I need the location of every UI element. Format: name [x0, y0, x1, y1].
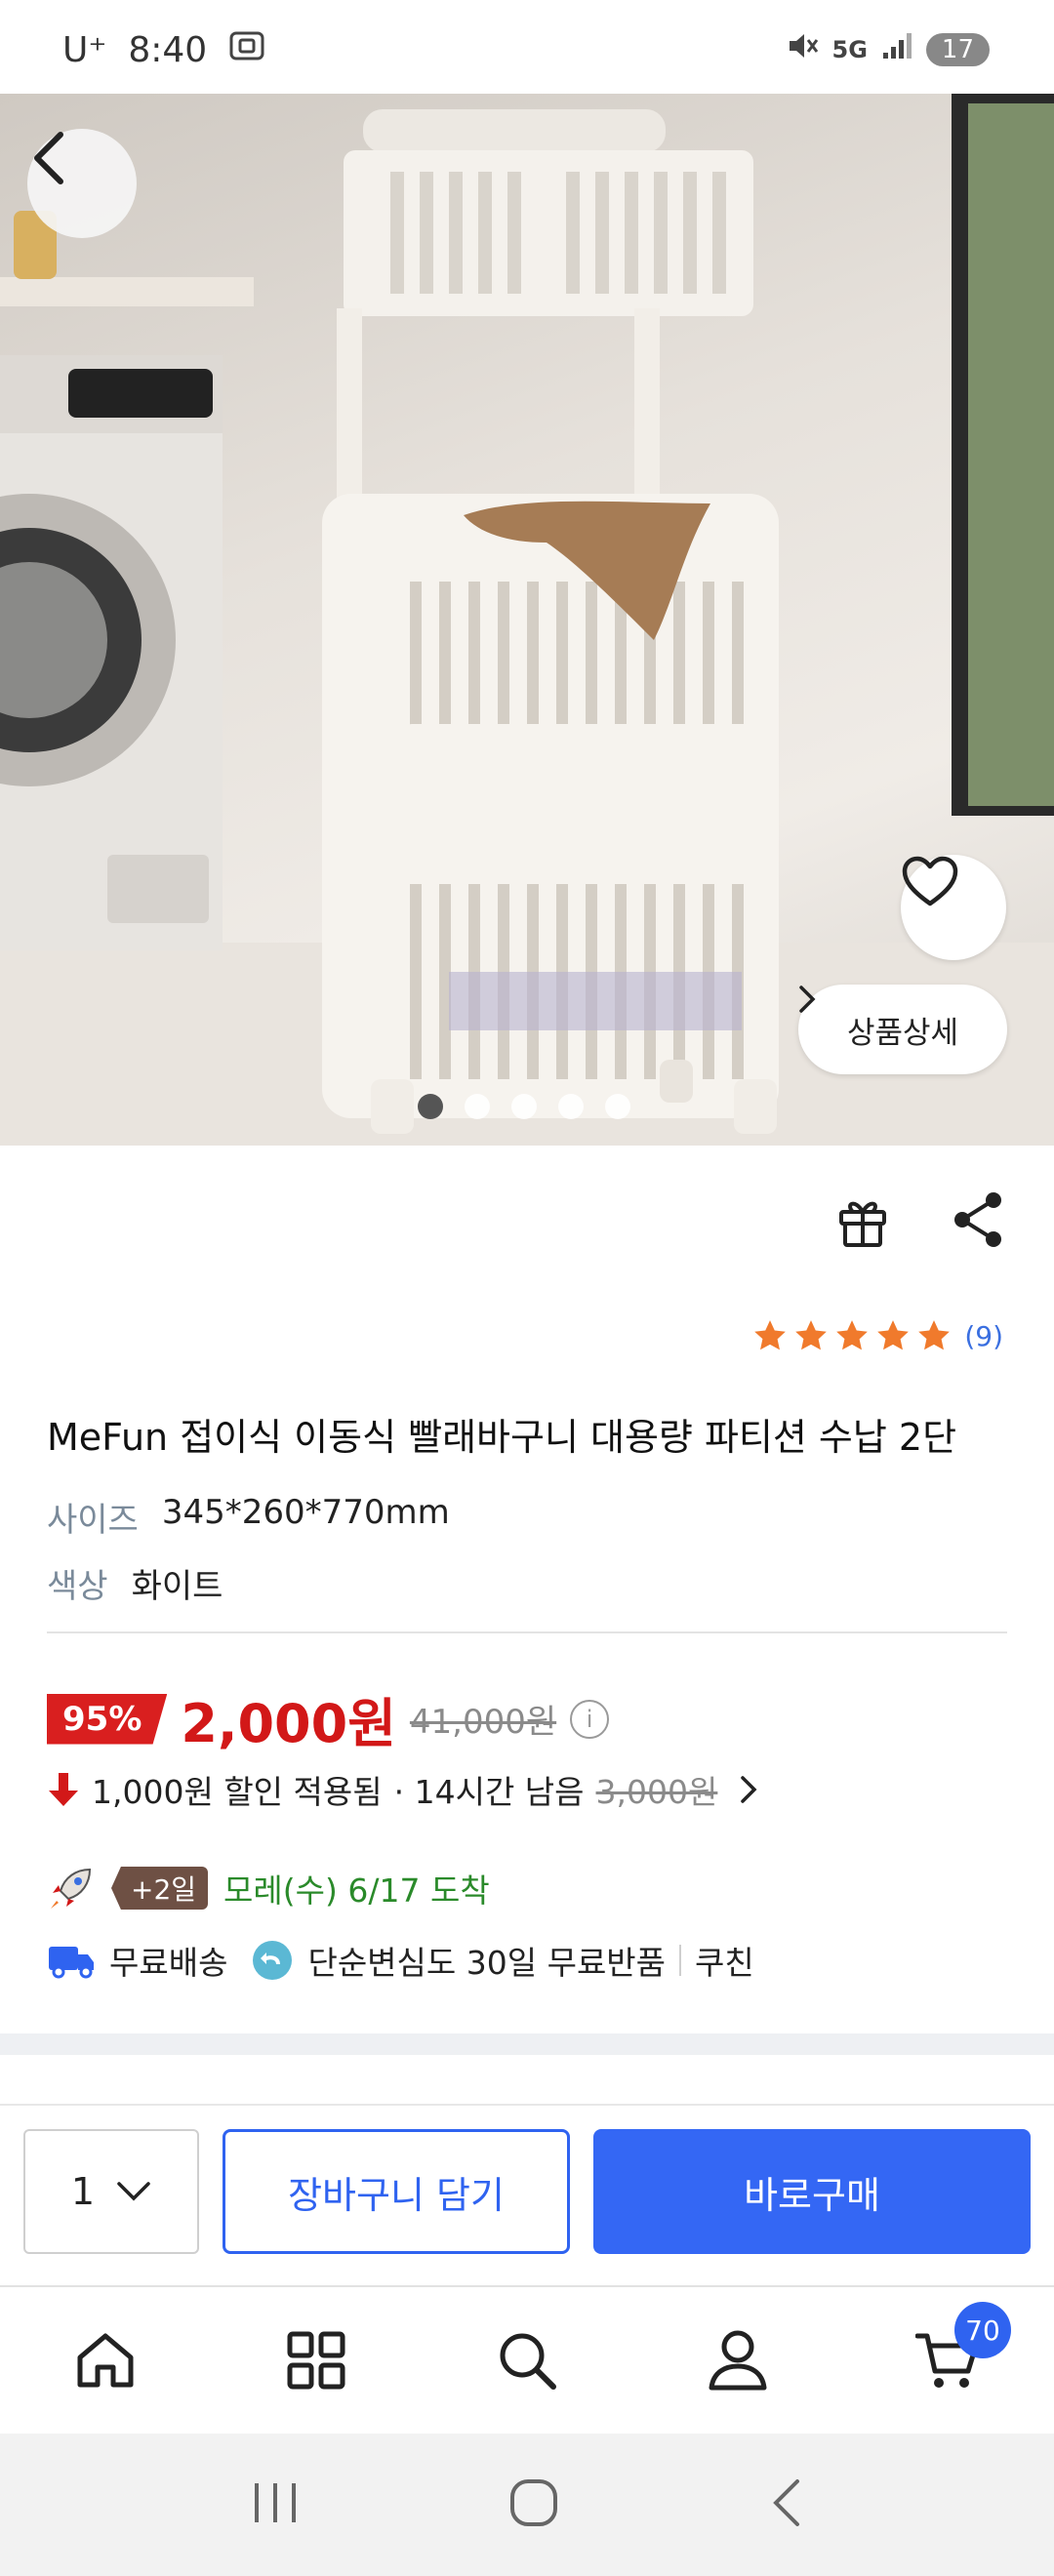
back-system-button[interactable] [768, 2477, 803, 2532]
sale-price: 2,000원 [181, 1693, 396, 1754]
carousel-dot[interactable] [465, 1094, 490, 1119]
gift-icon [839, 1201, 886, 1247]
star-icon [836, 1320, 869, 1350]
grid-icon [287, 2331, 345, 2390]
heart-icon [902, 856, 958, 906]
purchase-bar: 1 장바구니 담기 바로구매 [0, 2104, 1054, 2285]
add-to-cart-button[interactable]: 장바구니 담기 [223, 2129, 570, 2254]
time-left: · 14시간 남음 [393, 1773, 585, 1811]
star-icon [877, 1320, 910, 1350]
product-detail-label: 상품상세 [846, 1015, 959, 1051]
recent-apps-icon [255, 2483, 296, 2522]
chevron-right-icon [799, 986, 816, 1013]
coupon-text: 1,000원 할인 적용됨 [92, 1773, 383, 1811]
option-key: 색상 [47, 1567, 108, 1606]
product-actions [831, 1188, 1009, 1251]
cart-count-badge: 70 [954, 2302, 1011, 2358]
search-icon [500, 2333, 556, 2390]
quantity-select[interactable]: 1 [23, 2129, 199, 2254]
free-return-label: 단순변심도 30일 무료반품 [307, 1944, 667, 1982]
arrow-down-icon [49, 1773, 78, 1806]
truck-icon [49, 1947, 94, 1979]
status-bar: U⁺ 8:40 5G 17 [0, 0, 1054, 94]
nav-search[interactable] [478, 2312, 576, 2409]
favorite-button[interactable] [901, 855, 1006, 960]
arrival-row: +2일 모레(수) 6/17 도착 [47, 1864, 490, 1912]
share-button[interactable] [947, 1188, 1009, 1251]
option-value: 345*260*770mm [161, 1493, 450, 1532]
return-icon [253, 1941, 293, 1980]
delivery-row: 무료배송 단순변심도 30일 무료반품 쿠친 [47, 1937, 754, 1984]
price-row: 95% 2,000원 41,000원 i [47, 1680, 610, 1757]
section-divider [0, 2033, 1054, 2055]
network-label: 5G [831, 35, 868, 63]
product-detail-button[interactable]: 상품상세 [798, 985, 1007, 1074]
share-icon [954, 1192, 1001, 1247]
rocket-icon [51, 1868, 92, 1909]
clock: 8:40 [128, 30, 208, 70]
home-system-button[interactable] [508, 2477, 559, 2532]
nav-category[interactable] [267, 2312, 365, 2409]
signal-icon [881, 31, 912, 67]
star-icon [918, 1320, 951, 1350]
battery-indicator: 17 [925, 32, 990, 66]
carousel-dot[interactable] [605, 1094, 630, 1119]
review-count[interactable]: (9) [964, 1320, 1003, 1352]
divider [47, 1631, 1007, 1633]
carousel-indicator [418, 1094, 630, 1119]
quantity-value: 1 [70, 2170, 96, 2213]
carousel-dot[interactable] [511, 1094, 537, 1119]
option-key: 사이즈 [47, 1501, 139, 1540]
before-coupon-price: 3,000원 [595, 1773, 718, 1811]
screenshot-icon [228, 29, 265, 71]
nav-cart[interactable]: 70 [900, 2302, 1011, 2409]
mute-icon [786, 29, 819, 69]
carousel-dot[interactable] [418, 1094, 443, 1119]
separator [679, 1945, 682, 1976]
product-image-carousel[interactable]: 상품상세 [0, 94, 1054, 1146]
discount-badge: 95% [47, 1693, 168, 1745]
seller-name[interactable]: 쿠친 [695, 1937, 754, 1984]
back-button[interactable] [27, 129, 137, 238]
chevron-down-icon [117, 2182, 150, 2201]
person-icon [709, 2330, 767, 2391]
recent-apps-button[interactable] [251, 2481, 300, 2528]
product-title: MeFun 접이식 이동식 빨래바구니 대용량 파티션 수납 2단 [47, 1416, 957, 1459]
bottom-nav: 70 [0, 2285, 1054, 2434]
system-nav-bar [0, 2434, 1054, 2576]
buy-now-button[interactable]: 바로구매 [593, 2129, 1031, 2254]
carrier-label: U⁺ [62, 30, 107, 70]
arrival-date: 모레(수) 6/17 도착 [223, 1872, 490, 1910]
nav-home[interactable] [57, 2312, 154, 2409]
star-icon [795, 1320, 828, 1350]
gift-button[interactable] [831, 1188, 894, 1251]
chevron-right-icon [741, 1776, 757, 1803]
back-arrow-icon [773, 2479, 799, 2526]
home-circle-icon [510, 2479, 557, 2526]
rating-summary[interactable]: (9) [751, 1317, 1003, 1354]
option-color: 색상 화이트 [47, 1559, 223, 1607]
free-shipping-label: 무료배송 [109, 1944, 228, 1982]
carousel-dot[interactable] [558, 1094, 584, 1119]
extra-days-badge: +2일 [111, 1867, 209, 1910]
nav-my-page[interactable] [689, 2312, 787, 2409]
option-size: 사이즈 345*260*770mm [47, 1493, 450, 1541]
info-icon[interactable]: i [570, 1699, 610, 1739]
coupon-row[interactable]: 1,000원 할인 적용됨 · 14시간 남음 3,000원 [47, 1766, 758, 1813]
option-value: 화이트 [131, 1567, 223, 1606]
original-price: 41,000원 [409, 1703, 557, 1742]
home-icon [77, 2333, 134, 2388]
star-icon [754, 1320, 787, 1350]
